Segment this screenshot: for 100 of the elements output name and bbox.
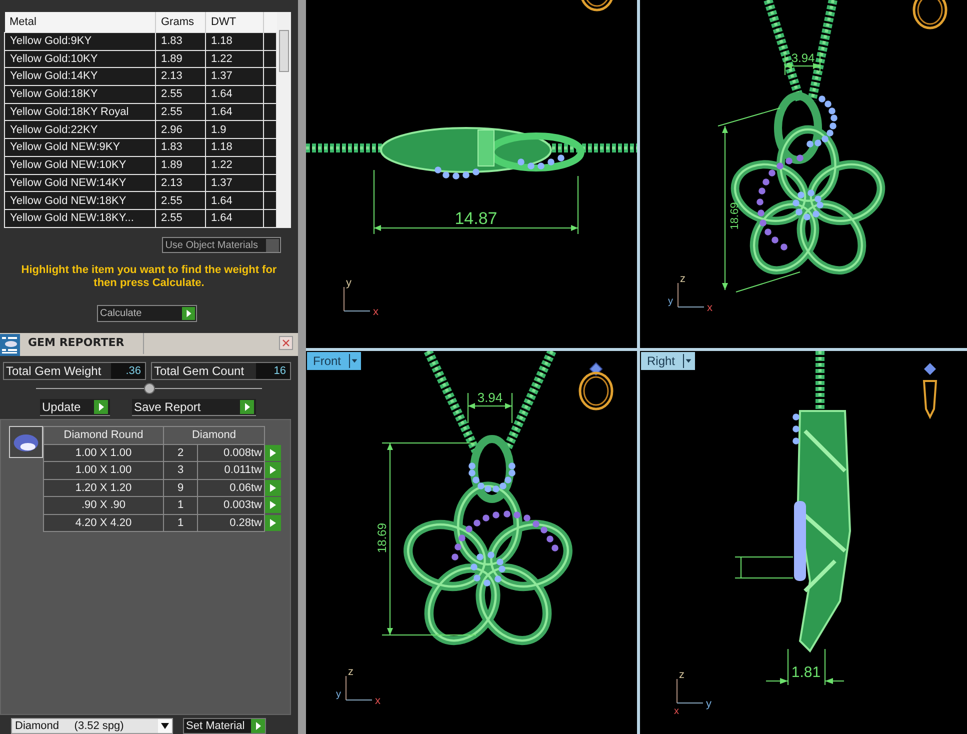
axis-label: x [373,306,378,318]
dimension-label: 1.81 [791,664,821,681]
column-header[interactable]: Metal [4,12,156,32]
ring-icon [580,0,614,12]
table-cell: 1.20 X 1.20 [44,479,164,496]
column-header: Diamond [164,426,264,444]
table-cell: 3 [164,462,198,479]
column-header[interactable]: Grams [156,12,206,32]
viewport-background[interactable] [306,0,637,348]
axis-icon [344,286,370,312]
material-dropdown[interactable]: Diamond (3.52 spg) [11,718,173,734]
row-action-button[interactable] [265,514,281,531]
play-icon [270,466,276,474]
axis-label: x [674,706,679,717]
table-cell: .90 X .90 [44,496,164,514]
axis-label: z [348,666,354,678]
row-action-button[interactable] [265,480,281,496]
play-icon [94,400,108,414]
play-icon [270,501,276,510]
play-icon [270,448,276,457]
checkbox[interactable] [266,238,279,252]
row-action-button[interactable] [265,444,281,461]
gem-icon [9,426,43,458]
play-icon [182,307,195,320]
axis-label: y [346,277,352,289]
table-cell: 2 [164,444,198,462]
axis-label: z [679,669,684,681]
table-cell: 1.89 [156,156,206,174]
table-cell: 1.37 [206,68,264,86]
table-cell: 2.55 [156,210,206,228]
axis-icon [678,282,704,308]
gem-report-icon [0,334,20,356]
table-cell: 1.83 [156,32,206,50]
table-cell: Yellow Gold:14KY [4,68,156,86]
ring-icon [912,0,948,30]
table-cell: 4.20 X 4.20 [44,514,164,532]
caret-icon [161,722,169,730]
table-cell: 1.64 [206,210,264,228]
table-cell: 1.22 [206,156,264,174]
action-button[interactable]: Update [40,399,110,416]
table-cell: 0.008tw [198,444,264,462]
action-button[interactable]: Save Report [132,399,256,416]
view-menu-button[interactable]: Right [641,352,696,370]
table-cell: 1 [164,496,198,514]
instruction-text: Highlight the item you want to find the weight for then press Calculate. [20,264,278,290]
axis-label: y [668,296,673,307]
table-cell: Yellow Gold NEW:9KY [4,138,156,156]
table-cell: 0.011tw [198,462,264,479]
table-cell: 1.00 X 1.00 [44,462,164,479]
calculate-button[interactable]: Calculate [97,305,197,322]
table-cell: Yellow Gold:18KY [4,85,156,104]
close-icon [281,338,291,348]
caret-icon [683,354,694,368]
play-icon [250,719,265,733]
dimension-label: 18.69 [375,522,389,554]
table-cell: 1.18 [206,138,264,156]
table-cell: Yellow Gold NEW:10KY [4,156,156,174]
close-button[interactable] [279,336,293,350]
dimension-label: 3.94 [791,51,815,65]
axis-label: y [706,698,712,710]
set-material-button[interactable]: Set Material [183,718,266,734]
column-header: Diamond Round [44,426,164,444]
table-cell: Yellow Gold NEW:18KY... [4,210,156,228]
table-cell: 1 [164,514,198,532]
view-menu-button[interactable]: Front [307,352,362,370]
dimension-line [734,556,794,578]
table-cell: 1.18 [206,32,264,50]
axis-label: y [336,689,341,700]
row-action-button[interactable] [265,497,281,514]
play-icon [270,484,276,492]
dimension-line [784,52,820,76]
axis-icon [346,676,372,700]
row-action-button[interactable] [265,462,281,478]
axis-label: x [707,302,712,314]
table-cell: 1.83 [156,138,206,156]
dimension-label: 3.94 [477,390,503,405]
axis-label: z [680,273,686,285]
dimension-label: 14.87 [454,209,498,228]
pendant-side-icon [922,363,938,420]
scrollbar[interactable] [277,12,291,228]
table-cell: 0.003tw [198,496,264,514]
collapse-handle[interactable] [144,383,155,394]
panel-title: GEM REPORTER [28,333,144,354]
table-cell: 0.06tw [198,479,264,496]
table-cell: 9 [164,479,198,496]
viewport-background[interactable] [640,0,967,348]
table-cell: 1.64 [206,85,264,104]
axis-label: x [375,695,380,707]
caret-icon [349,354,360,368]
table-cell: 2.13 [156,68,206,86]
ring-icon [578,362,614,410]
viewport-background[interactable] [640,351,967,734]
axis-icon [676,678,704,704]
checkbox-field[interactable]: Use Object Materials [162,237,281,253]
play-icon [240,400,254,414]
table-cell: Yellow Gold:9KY [4,32,156,50]
scrollbar-thumb[interactable] [279,30,289,72]
table-cell: 2.55 [156,85,206,104]
dimension-label: 18.69 [729,202,741,230]
dimension-line [468,392,512,424]
